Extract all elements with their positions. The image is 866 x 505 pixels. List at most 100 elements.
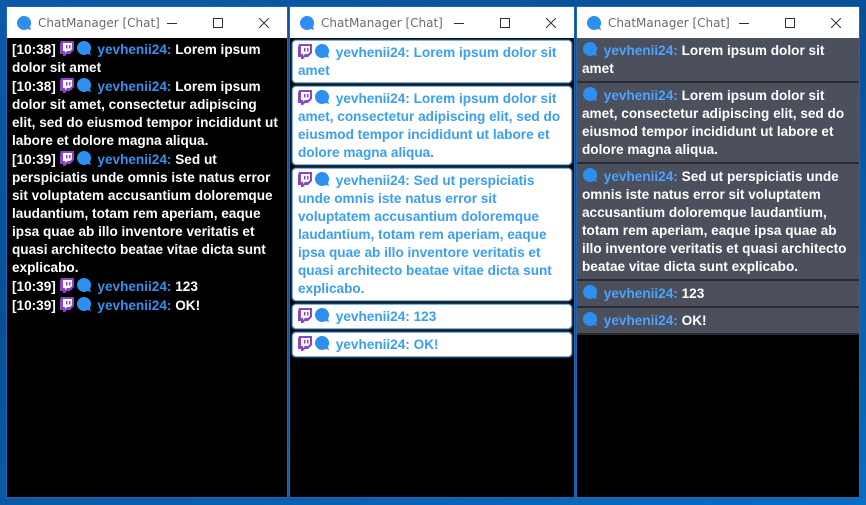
message-text: Sed ut perspiciatis unde omnis iste natu… [298, 173, 552, 296]
chat-bubble-icon [582, 284, 598, 300]
title-bar[interactable]: ChatManager [Chat] [577, 7, 859, 38]
chat-bubble-icon [76, 150, 92, 166]
minimize-icon [454, 18, 464, 28]
message-text: 123 [175, 279, 198, 294]
message-text: 123 [681, 286, 705, 301]
chat-message: yevhenii24: Lorem ipsum dolor sit amet [292, 40, 572, 83]
message-username[interactable]: yevhenii24: [97, 152, 171, 167]
message-username[interactable]: yevhenii24: [97, 79, 171, 94]
minimize-icon [167, 18, 177, 28]
message-username[interactable]: yevhenii24: [336, 337, 410, 352]
chat-message: yevhenii24: 123 [577, 281, 859, 308]
chat-message: yevhenii24: OK! [577, 308, 859, 335]
message-username[interactable]: yevhenii24: [336, 45, 410, 60]
message-username[interactable]: yevhenii24: [97, 298, 171, 313]
message-username[interactable]: yevhenii24: [97, 42, 171, 57]
message-username[interactable]: yevhenii24: [604, 88, 678, 103]
message-username[interactable]: yevhenii24: [604, 313, 678, 328]
maximize-button[interactable] [767, 7, 813, 38]
window-title: ChatManager [Chat] [608, 15, 730, 30]
chat-bubble-icon [314, 43, 330, 59]
close-icon [546, 17, 556, 28]
message-text: OK! [175, 298, 201, 313]
chat-bubble-icon [76, 296, 92, 312]
close-icon [831, 17, 841, 28]
close-button[interactable] [528, 7, 574, 38]
maximize-icon [500, 17, 510, 28]
message-list[interactable]: [10:38] yevhenii24: Lorem ipsum dolor si… [7, 38, 287, 315]
message-username[interactable]: yevhenii24: [604, 169, 678, 184]
message-username[interactable]: yevhenii24: [336, 173, 410, 188]
message-time: [10:38] [12, 79, 56, 94]
message-text: OK! [413, 337, 439, 352]
message-text: 123 [413, 309, 437, 324]
twitch-icon [59, 78, 74, 93]
twitch-icon [298, 44, 312, 59]
chat-message: yevhenii24: OK! [292, 332, 572, 357]
title-bar[interactable]: ChatManager [Chat] [290, 7, 574, 38]
twitch-icon [298, 336, 312, 351]
twitch-icon [59, 41, 74, 56]
message-username[interactable]: yevhenii24: [604, 43, 678, 58]
message-time: [10:39] [12, 152, 56, 167]
message-username[interactable]: yevhenii24: [604, 286, 678, 301]
message-time: [10:39] [12, 279, 56, 294]
minimize-button[interactable] [149, 7, 195, 38]
message-text: Sed ut perspiciatis unde omnis iste natu… [12, 152, 273, 275]
close-button[interactable] [241, 7, 287, 38]
twitch-icon [59, 297, 74, 312]
twitch-icon [298, 172, 312, 187]
chat-message: [10:38] yevhenii24: Lorem ipsum dolor si… [12, 77, 283, 150]
twitch-icon [298, 90, 312, 105]
chat-bubble-icon [582, 167, 598, 183]
chat-bubble-icon [582, 86, 598, 102]
maximize-button[interactable] [195, 7, 241, 38]
maximize-button[interactable] [482, 7, 528, 38]
message-time: [10:39] [12, 298, 56, 313]
minimize-button[interactable] [436, 7, 482, 38]
chat-message: [10:38] yevhenii24: Lorem ipsum dolor si… [12, 40, 283, 77]
message-list[interactable]: yevhenii24: Lorem ipsum dolor sit amet y… [290, 38, 574, 357]
chat-bubble-icon [76, 40, 92, 56]
twitch-icon [298, 308, 312, 323]
chat-message: [10:39] yevhenii24: OK! [12, 296, 283, 315]
chat-bubble-icon [582, 41, 598, 57]
chat-bubble-icon [299, 15, 315, 31]
chat-bubble-icon [16, 15, 32, 31]
chat-message: [10:39] yevhenii24: 123 [12, 277, 283, 296]
minimize-icon [739, 18, 749, 28]
chat-message: yevhenii24: 123 [292, 304, 572, 329]
maximize-icon [785, 17, 795, 28]
message-username[interactable]: yevhenii24: [97, 279, 171, 294]
twitch-icon [59, 278, 74, 293]
twitch-icon [59, 151, 74, 166]
window-title: ChatManager [Chat] [38, 15, 160, 30]
chat-bubble-icon [314, 171, 330, 187]
chat-message: yevhenii24: Lorem ipsum dolor sit amet, … [292, 86, 572, 165]
chat-bubble-icon [314, 335, 330, 351]
close-icon [259, 17, 269, 28]
chat-bubble-icon [314, 307, 330, 323]
chat-window-dark: ChatManager [Chat] yevhenii24: Lorem ips… [576, 6, 860, 498]
chat-bubble-icon [314, 89, 330, 105]
chat-bubble-icon [582, 311, 598, 327]
message-time: [10:38] [12, 42, 56, 57]
close-button[interactable] [813, 7, 859, 38]
window-title: ChatManager [Chat] [321, 15, 443, 30]
chat-message: yevhenii24: Lorem ipsum dolor sit amet [577, 38, 859, 83]
chat-window-compact: ChatManager [Chat] [10:38] yevhenii24: L… [6, 6, 288, 498]
message-username[interactable]: yevhenii24: [336, 309, 410, 324]
minimize-button[interactable] [721, 7, 767, 38]
message-text: Sed ut perspiciatis unde omnis iste natu… [582, 169, 847, 274]
title-bar[interactable]: ChatManager [Chat] [7, 7, 287, 38]
chat-window-cards: ChatManager [Chat] yevhenii24: Lorem ips… [289, 6, 575, 498]
chat-message: [10:39] yevhenii24: Sed ut perspiciatis … [12, 150, 283, 277]
chat-message: yevhenii24: Sed ut perspiciatis unde omn… [292, 168, 572, 301]
message-username[interactable]: yevhenii24: [336, 91, 410, 106]
chat-bubble-icon [586, 15, 602, 31]
chat-message: yevhenii24: Lorem ipsum dolor sit amet, … [577, 83, 859, 164]
message-list[interactable]: yevhenii24: Lorem ipsum dolor sit amet y… [577, 38, 859, 335]
chat-bubble-icon [76, 77, 92, 93]
chat-message: yevhenii24: Sed ut perspiciatis unde omn… [577, 164, 859, 281]
maximize-icon [213, 17, 223, 28]
